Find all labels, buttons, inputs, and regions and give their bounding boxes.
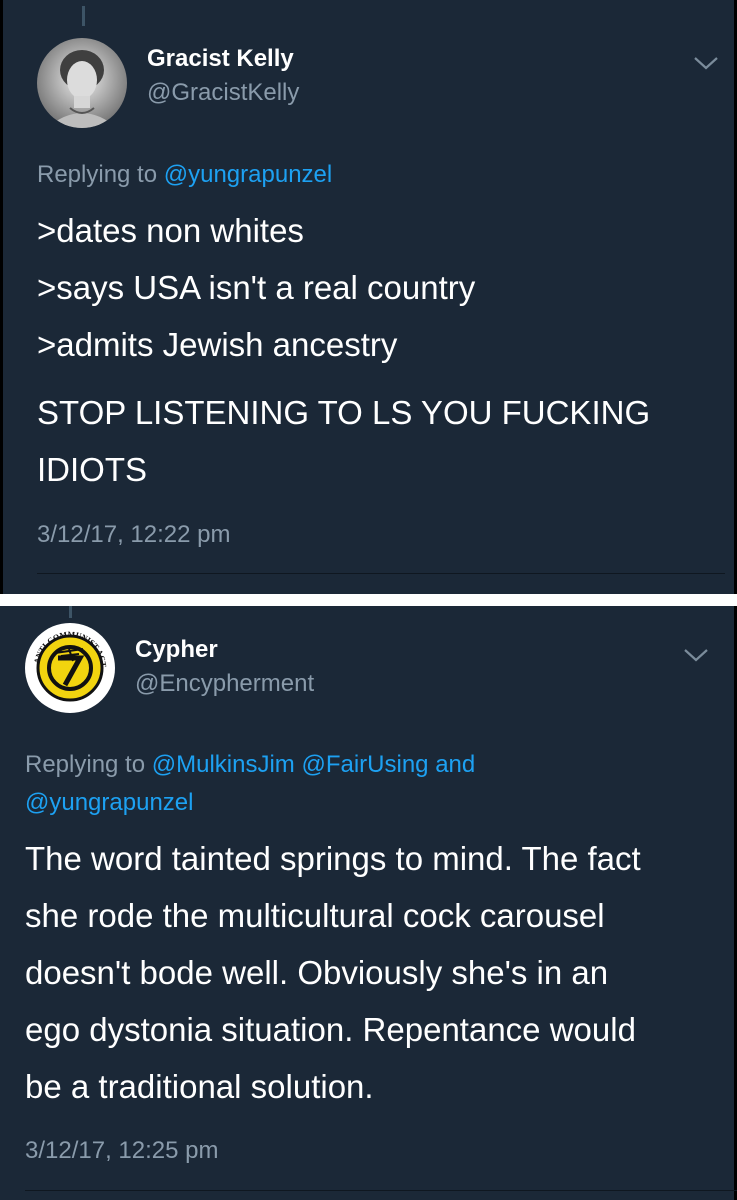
display-name[interactable]: Cypher	[135, 636, 218, 664]
frame-edge-left	[0, 0, 3, 594]
mention-link[interactable]: @FairUsing	[301, 751, 428, 778]
display-name[interactable]: Gracist Kelly	[147, 45, 294, 73]
avatar[interactable]	[37, 38, 127, 128]
tweet-line: STOP LISTENING TO LS YOU FUCKING	[37, 394, 651, 431]
tweet-line: be a traditional solution.	[25, 1068, 374, 1105]
tweet-text-shout: STOP LISTENING TO LS YOU FUCKING IDIOTS	[37, 384, 650, 498]
tweet-line: >admits Jewish ancestry	[37, 326, 398, 363]
replying-to-label: Replying to	[37, 161, 164, 188]
divider	[37, 573, 725, 574]
replying-to-label: Replying to	[25, 751, 152, 778]
tweet-text: >dates non whites >says USA isn't a real…	[37, 202, 475, 373]
divider	[25, 1190, 737, 1191]
tweet-line: she rode the multicultural cock carousel	[25, 897, 605, 934]
tweet-line: doesn't bode well. Obviously she's in an	[25, 954, 609, 991]
chevron-down-icon[interactable]	[683, 647, 709, 663]
user-handle[interactable]: @GracistKelly	[147, 79, 299, 107]
and-others-link[interactable]: and	[429, 751, 475, 778]
mention-link[interactable]: @MulkinsJim	[152, 751, 295, 778]
tweet-card-cypher[interactable]: ANTI-COMMUNIST ACTION Cypher @Encypherme…	[0, 606, 737, 1200]
replying-to: Replying to @yungrapunzel	[37, 156, 332, 194]
tweet-line: ego dystonia situation. Repentance would	[25, 1011, 636, 1048]
user-handle[interactable]: @Encypherment	[135, 670, 314, 698]
chevron-down-icon[interactable]	[693, 55, 719, 71]
thread-line	[69, 606, 72, 618]
timestamp[interactable]: 3/12/17, 12:22 pm	[37, 521, 230, 549]
avatar[interactable]: ANTI-COMMUNIST ACTION	[25, 623, 115, 713]
mention-link[interactable]: @yungrapunzel	[164, 161, 332, 188]
tweet-line: IDIOTS	[37, 451, 148, 488]
tweet-line: >dates non whites	[37, 212, 304, 249]
tweet-text: The word tainted springs to mind. The fa…	[25, 830, 641, 1115]
replying-to: Replying to @MulkinsJim @FairUsing and @…	[25, 746, 705, 822]
tweet-line: The word tainted springs to mind. The fa…	[25, 840, 641, 877]
timestamp[interactable]: 3/12/17, 12:25 pm	[25, 1137, 218, 1165]
thread-line	[82, 6, 85, 26]
tweet-card-gracist-kelly[interactable]: Gracist Kelly @GracistKelly Replying to …	[0, 0, 737, 594]
mention-link[interactable]: @yungrapunzel	[25, 789, 193, 816]
tweet-line: >says USA isn't a real country	[37, 269, 476, 306]
